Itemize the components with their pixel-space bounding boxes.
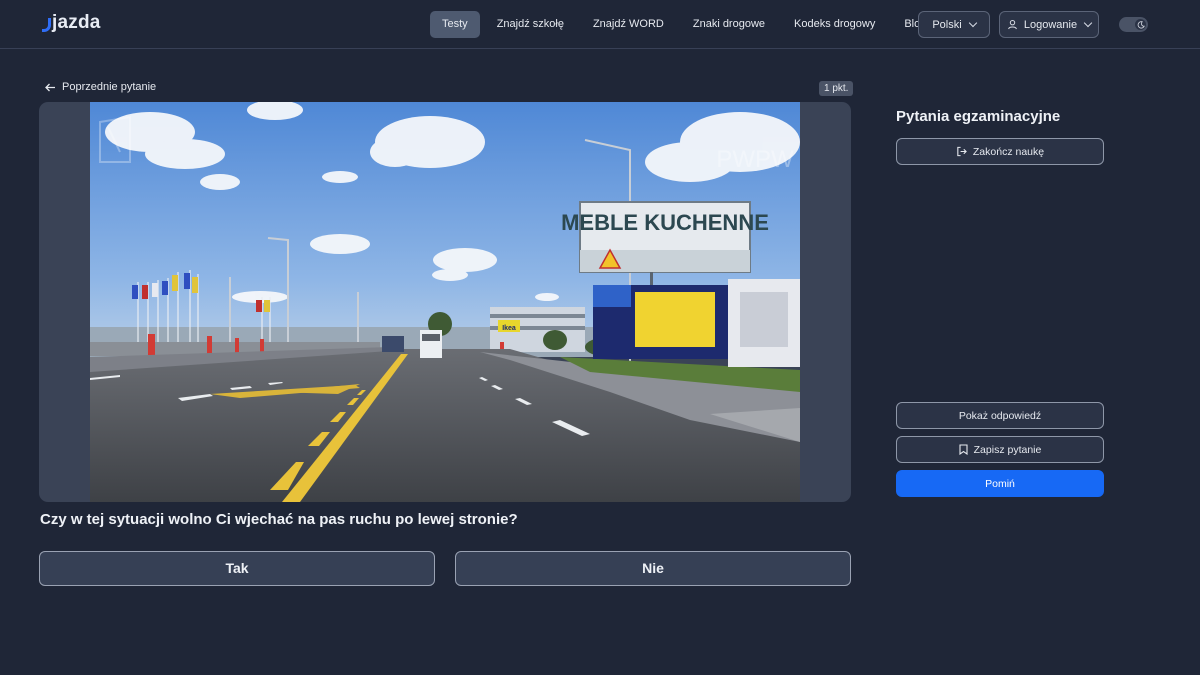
bookmark-icon [959, 444, 968, 455]
nav-item-testy[interactable]: Testy [430, 11, 480, 38]
show-answer-label: Pokaż odpowiedź [958, 409, 1042, 422]
end-learning-label: Zakończ naukę [972, 145, 1045, 158]
question-media: MEBLE KUCHENNE Ikea PWPW [39, 102, 851, 502]
chevron-down-icon [1083, 18, 1093, 28]
moon-icon [1135, 19, 1146, 30]
nav-item-traffic-code[interactable]: Kodeks drogowy [782, 11, 887, 38]
watermark-text: PWPW [716, 146, 794, 173]
logo-mark-icon [42, 18, 51, 32]
login-label: Logowanie [1023, 18, 1078, 31]
answer-no-button[interactable]: Nie [455, 551, 851, 586]
sidebar-title: Pytania egzaminacyjne [896, 108, 1061, 125]
language-select[interactable]: Polski [918, 11, 990, 38]
show-answer-button[interactable]: Pokaż odpowiedź [896, 402, 1104, 429]
end-learning-button[interactable]: Zakończ naukę [896, 138, 1104, 165]
points-badge: 1 pkt. [819, 81, 854, 96]
save-question-button[interactable]: Zapisz pytanie [896, 436, 1104, 463]
road-scene-image: MEBLE KUCHENNE Ikea PWPW [90, 102, 800, 502]
skip-label: Pomiń [985, 477, 1015, 490]
nav-item-find-school[interactable]: Znajdź szkołę [485, 11, 576, 38]
login-button[interactable]: Logowanie [999, 11, 1099, 38]
user-icon [1008, 19, 1017, 30]
nav-item-road-signs[interactable]: Znaki drogowe [681, 11, 777, 38]
chevron-down-icon [968, 18, 977, 28]
main-nav: Testy Znajdź szkołę Znajdź WORD Znaki dr… [430, 11, 943, 38]
arrow-left-icon [45, 83, 55, 91]
previous-question-label: Poprzednie pytanie [62, 81, 157, 93]
logo[interactable]: jazda [42, 12, 101, 34]
billboard-text: MEBLE KUCHENNE [561, 210, 769, 235]
skip-button[interactable]: Pomiń [896, 470, 1104, 497]
logout-icon [957, 146, 967, 157]
theme-toggle[interactable] [1119, 17, 1148, 32]
answer-yes-button[interactable]: Tak [39, 551, 435, 586]
top-navbar: jazda Testy Znajdź szkołę Znajdź WORD Zn… [0, 0, 1200, 49]
save-question-label: Zapisz pytanie [973, 443, 1042, 456]
language-label: Polski [932, 18, 962, 31]
previous-question-link[interactable]: Poprzednie pytanie [45, 81, 156, 93]
ikea-sign-text: Ikea [502, 325, 516, 332]
logo-text: jazda [52, 12, 101, 33]
nav-item-find-word[interactable]: Znajdź WORD [581, 11, 676, 38]
question-text: Czy w tej sytuacji wolno Ci wjechać na p… [40, 511, 518, 528]
